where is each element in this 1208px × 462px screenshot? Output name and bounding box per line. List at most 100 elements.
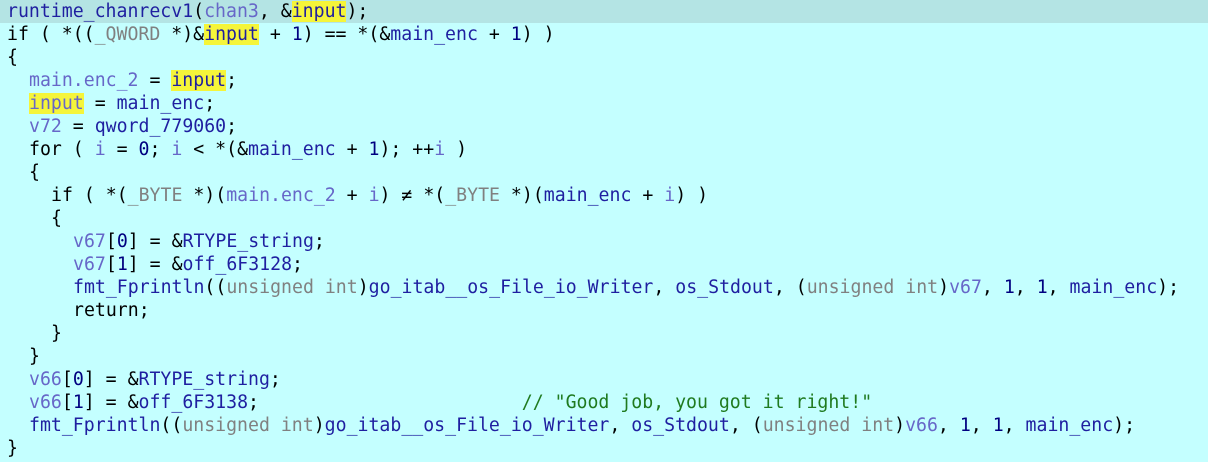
code-line[interactable]: runtime_chanrecv1(chan3, &input); [0,0,1208,23]
code-token: ] = & [83,369,139,390]
code-token: ( [193,1,205,22]
code-token[interactable]: os_Stdout [675,277,774,298]
code-token: for ( [29,139,95,160]
code-token[interactable]: main_enc [117,93,205,114]
code-line[interactable]: fmt_Fprintln((unsigned int)go_itab__os_F… [0,414,1208,437]
code-token[interactable]: chan3 [204,1,259,22]
code-token: return; [73,300,150,321]
code-token[interactable]: go_itab__os_File_io_Writer [369,277,654,298]
code-token: , [1047,277,1070,298]
code-token: ; [226,116,238,137]
code-token[interactable]: v72 [29,116,62,137]
code-line[interactable]: return; [0,299,1208,322]
code-token[interactable]: main_enc [248,139,336,160]
code-line[interactable]: main.enc_2 = input; [0,69,1208,92]
code-line[interactable]: v67[1] = &off_6F3128; [0,253,1208,276]
code-token[interactable]: i [95,139,106,160]
code-token[interactable]: main.enc_2 [29,70,139,91]
highlighted-identifier[interactable]: input [29,93,84,114]
code-token[interactable]: i [171,139,182,160]
code-token: ) ) [521,24,555,45]
code-token[interactable]: runtime_chanrecv1 [7,1,193,22]
code-token[interactable]: v67 [949,277,982,298]
code-token[interactable]: i [369,185,380,206]
code-token: ) [313,415,325,436]
code-line[interactable]: input = main_enc; [0,92,1208,115]
code-line[interactable]: { [0,161,1208,184]
code-token: (( [160,415,183,436]
code-token[interactable]: v66 [29,369,62,390]
code-token: if ( *(( [7,24,95,45]
code-token[interactable]: v66 [29,392,62,413]
code-token: ); [1113,415,1136,436]
code-line[interactable]: for ( i = 0; i < *(&main_enc + 1); ++i ) [0,138,1208,161]
highlighted-identifier[interactable]: input [291,1,347,22]
code-token[interactable]: v67 [73,254,106,275]
code-token: 1 [959,415,971,436]
code-token: ; [226,70,238,91]
code-line[interactable]: } [0,322,1208,345]
code-token[interactable]: RTYPE_string [139,369,270,390]
code-token: 0 [72,369,84,390]
code-line[interactable]: v72 = qword_779060; [0,115,1208,138]
code-token[interactable]: os_Stdout [631,415,730,436]
code-token: ) ≠ *( [379,185,446,206]
code-token[interactable]: i [664,185,675,206]
code-token: ); ++ [379,139,435,160]
code-token[interactable]: main.enc_2 [226,185,336,206]
code-token: } [7,438,18,459]
code-token: ) [894,415,906,436]
code-token: [ [61,392,73,413]
code-token: *)( [499,185,544,206]
code-token[interactable]: go_itab__os_File_io_Writer [325,415,610,436]
code-token[interactable]: i [434,139,445,160]
code-token[interactable]: main_enc [1026,415,1114,436]
code-line[interactable]: v66[0] = &RTYPE_string; [0,368,1208,391]
code-line[interactable]: } [0,437,1208,460]
code-line[interactable]: { [0,46,1208,69]
code-token: ); [1157,277,1180,298]
code-token: [ [61,369,73,390]
code-token: { [29,162,40,183]
code-token[interactable]: off_6F3138 [139,392,249,413]
code-token: 1 [510,24,522,45]
code-line[interactable]: } [0,345,1208,368]
code-token: ] = & [127,231,183,252]
code-token[interactable]: v66 [905,415,938,436]
pseudocode-view[interactable]: runtime_chanrecv1(chan3, &input); if ( *(… [0,0,1208,462]
code-token[interactable]: fmt_Fprintln [73,277,204,298]
code-token[interactable]: off_6F3128 [183,254,293,275]
code-token: + [335,185,369,206]
code-token: + [335,139,369,160]
code-token: , [970,415,993,436]
code-token[interactable]: main_enc [1070,277,1158,298]
code-line[interactable]: v66[1] = &off_6F3138; // "Good job, you … [0,391,1208,414]
code-token: ; [292,254,303,275]
highlighted-identifier[interactable]: input [204,24,259,45]
code-line[interactable]: if ( *(_BYTE *)(main.enc_2 + i) ≠ *(_BYT… [0,184,1208,207]
code-token[interactable]: main_enc [390,24,478,45]
code-token: ); [346,1,369,22]
code-line[interactable]: fmt_Fprintln((unsigned int)go_itab__os_F… [0,276,1208,299]
code-token[interactable]: main_enc [544,185,632,206]
code-token[interactable]: v67 [73,231,106,252]
highlighted-identifier[interactable]: input [171,70,227,91]
code-token: ; [313,231,325,252]
code-line[interactable]: v67[0] = &RTYPE_string; [0,230,1208,253]
code-token: ] = & [83,392,139,413]
code-line[interactable]: { [0,207,1208,230]
code-token: unsigned int [226,277,358,298]
code-token: { [7,47,18,68]
code-token: , [609,415,632,436]
code-token[interactable]: fmt_Fprintln [29,415,160,436]
code-token: ) [445,139,468,160]
code-token: , [1014,277,1037,298]
code-token: = [138,70,172,91]
code-line[interactable]: if ( *((_QWORD *)&input + 1) == *(&main_… [0,23,1208,46]
code-token: 1 [992,415,1004,436]
code-token: *)( [182,185,227,206]
code-token[interactable]: RTYPE_string [183,231,314,252]
code-token: 0 [138,139,150,160]
code-token[interactable]: qword_779060 [95,116,226,137]
code-token: [ [105,254,117,275]
